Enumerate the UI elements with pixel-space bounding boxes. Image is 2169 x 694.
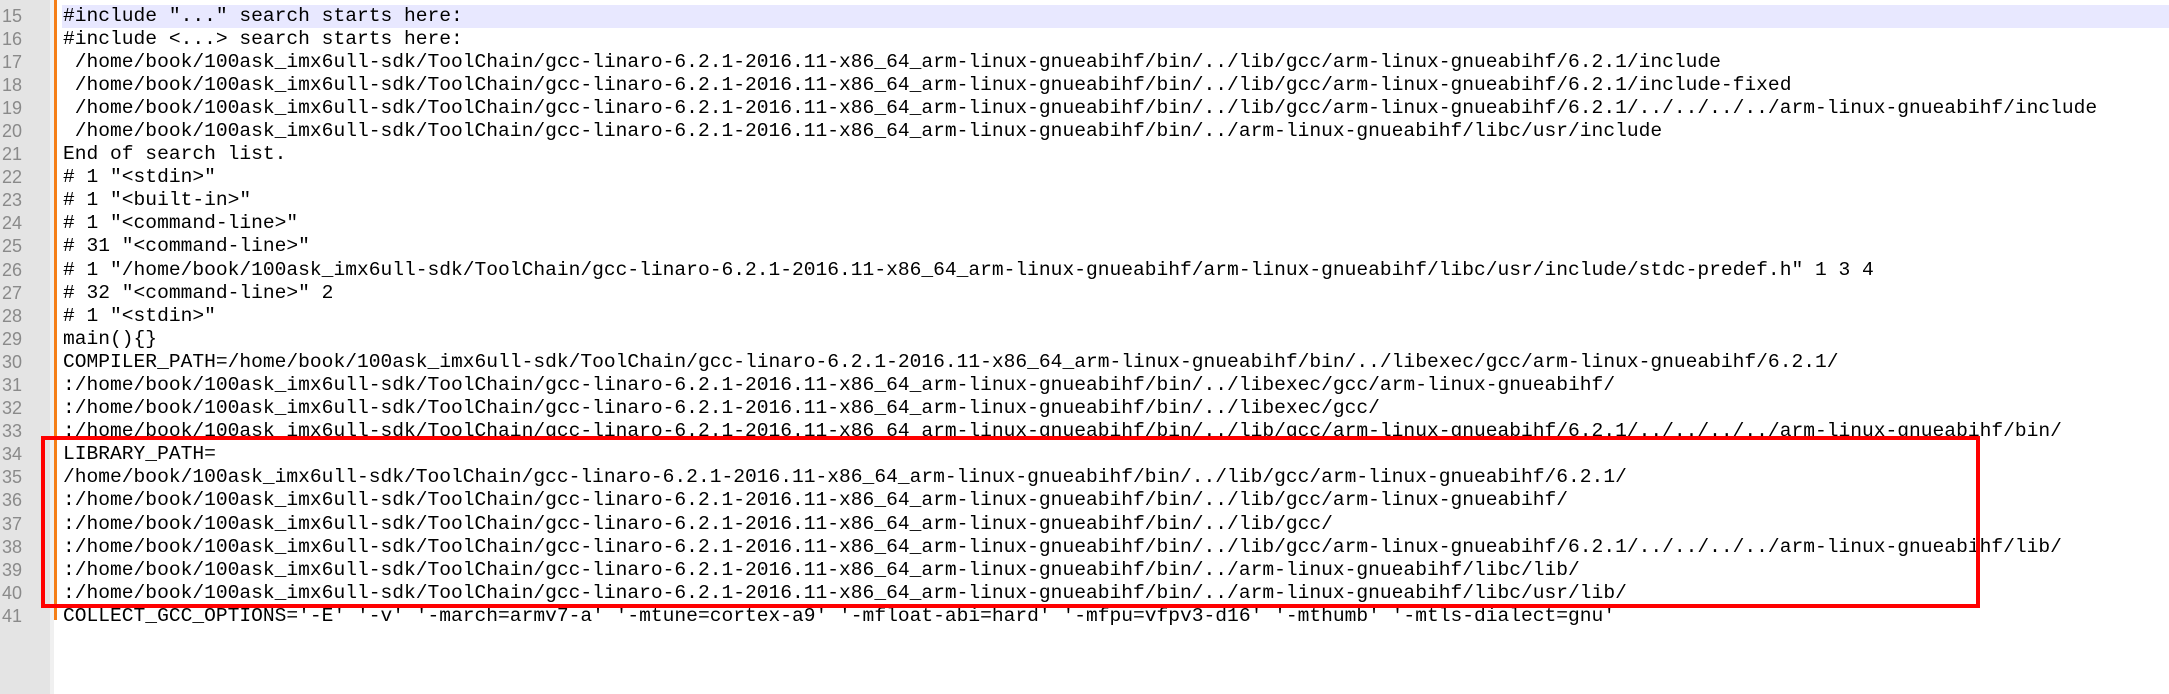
line-text[interactable]: :/home/book/100ask_imx6ull-sdk/ToolChain…	[62, 420, 2169, 443]
line-text[interactable]: :/home/book/100ask_imx6ull-sdk/ToolChain…	[62, 559, 2169, 582]
line-number: 33	[1, 421, 22, 442]
line-text[interactable]: /home/book/100ask_imx6ull-sdk/ToolChain/…	[62, 51, 2169, 74]
line-text[interactable]: /home/book/100ask_imx6ull-sdk/ToolChain/…	[62, 74, 2169, 97]
editor-line[interactable]: 41 COLLECT_GCC_OPTIONS='-E' '-v' '-march=…	[0, 605, 2169, 628]
editor-line[interactable]: 16 #include <...> search starts here:	[0, 28, 2169, 51]
editor-line[interactable]: 23 # 1 "<built-in>"	[0, 189, 2169, 212]
line-text[interactable]: # 1 "<stdin>"	[62, 305, 2169, 328]
line-number: 17	[1, 51, 22, 72]
line-number: 39	[1, 559, 22, 580]
line-number: 35	[1, 467, 22, 488]
line-text[interactable]: #include "..." search starts here:	[62, 4, 2169, 28]
line-number: 34	[1, 444, 22, 465]
line-text[interactable]: # 1 "<built-in>"	[62, 189, 2169, 212]
line-text[interactable]: #include <...> search starts here:	[62, 28, 2169, 51]
line-number: 36	[1, 490, 22, 511]
editor-line[interactable]: 27 # 32 "<command-line>" 2	[0, 282, 2169, 305]
line-text[interactable]: End of search list.	[62, 143, 2169, 166]
editor-line[interactable]: 17 /home/book/100ask_imx6ull-sdk/ToolCha…	[0, 51, 2169, 74]
line-text[interactable]: /home/book/100ask_imx6ull-sdk/ToolChain/…	[62, 120, 2169, 143]
line-text[interactable]: :/home/book/100ask_imx6ull-sdk/ToolChain…	[62, 536, 2169, 559]
editor-line[interactable]: 21 End of search list.	[0, 143, 2169, 166]
line-number: 25	[1, 236, 22, 257]
editor-line[interactable]: 36 :/home/book/100ask_imx6ull-sdk/ToolCha…	[0, 489, 2169, 512]
editor-line[interactable]: 19 /home/book/100ask_imx6ull-sdk/ToolCha…	[0, 97, 2169, 120]
editor-line[interactable]: 26 # 1 "/home/book/100ask_imx6ull-sdk/Too…	[0, 259, 2169, 282]
line-text[interactable]: /home/book/100ask_imx6ull-sdk/ToolChain/…	[62, 97, 2169, 120]
line-number: 24	[1, 213, 22, 234]
editor-line[interactable]: 34 LIBRARY_PATH=	[0, 443, 2169, 466]
line-number: 37	[1, 513, 22, 534]
line-text[interactable]: :/home/book/100ask_imx6ull-sdk/ToolChain…	[62, 397, 2169, 420]
editor-line[interactable]: 29 main(){}	[0, 328, 2169, 351]
editor-line[interactable]: 39 :/home/book/100ask_imx6ull-sdk/ToolCha…	[0, 559, 2169, 582]
editor-line[interactable]: 28 # 1 "<stdin>"	[0, 305, 2169, 328]
editor-line[interactable]: 35/home/book/100ask_imx6ull-sdk/ToolChai…	[0, 466, 2169, 489]
editor-line[interactable]: 20 /home/book/100ask_imx6ull-sdk/ToolCha…	[0, 120, 2169, 143]
line-text[interactable]: :/home/book/100ask_imx6ull-sdk/ToolChain…	[62, 513, 2169, 536]
line-number: 20	[1, 120, 22, 141]
editor-text-area[interactable]: 15 #include "..." search starts here: 16 #i…	[0, 4, 2169, 629]
line-text[interactable]: # 1 "<command-line>"	[62, 212, 2169, 235]
line-text[interactable]: COLLECT_GCC_OPTIONS='-E' '-v' '-march=ar…	[62, 605, 2169, 628]
line-number: 31	[1, 375, 22, 395]
line-number: 26	[1, 259, 22, 280]
line-text[interactable]: # 1 "/home/book/100ask_imx6ull-sdk/ToolC…	[62, 259, 2169, 282]
editor-line[interactable]: 18 /home/book/100ask_imx6ull-sdk/ToolCha…	[0, 74, 2169, 97]
line-number: 28	[1, 305, 22, 326]
editor-line[interactable]: 25 # 31 "<command-line>"	[0, 235, 2169, 258]
line-number: 21	[1, 144, 22, 165]
editor-line[interactable]: 24 # 1 "<command-line>"	[0, 212, 2169, 235]
editor-line[interactable]: 37 :/home/book/100ask_imx6ull-sdk/ToolCha…	[0, 513, 2169, 536]
line-number: 16	[1, 28, 22, 49]
line-number: 40	[1, 582, 22, 603]
editor-line[interactable]: 38 :/home/book/100ask_imx6ull-sdk/ToolCha…	[0, 536, 2169, 559]
line-text[interactable]: :/home/book/100ask_imx6ull-sdk/ToolChain…	[62, 374, 2169, 397]
line-number: 27	[1, 282, 22, 303]
editor-line[interactable]: 15 #include "..." search starts here:	[0, 4, 2169, 28]
line-number: 18	[1, 74, 22, 95]
line-number: 30	[1, 351, 22, 372]
line-text[interactable]: # 31 "<command-line>"	[62, 235, 2169, 258]
editor-line[interactable]: 22 # 1 "<stdin>"	[0, 166, 2169, 189]
line-text[interactable]: :/home/book/100ask_imx6ull-sdk/ToolChain…	[62, 489, 2169, 512]
editor-line[interactable]: 40 :/home/book/100ask_imx6ull-sdk/ToolCha…	[0, 582, 2169, 605]
line-text[interactable]: # 32 "<command-line>" 2	[62, 282, 2169, 305]
line-text[interactable]: /home/book/100ask_imx6ull-sdk/ToolChain/…	[62, 466, 2169, 489]
editor-line[interactable]: 32 :/home/book/100ask_imx6ull-sdk/ToolCha…	[0, 397, 2169, 420]
line-number: 41	[1, 605, 22, 626]
line-text[interactable]: main(){}	[62, 328, 2169, 351]
line-text[interactable]: LIBRARY_PATH=	[62, 443, 2169, 466]
editor-line[interactable]: 31 :/home/book/100ask_imx6ull-sdk/ToolCha…	[0, 374, 2169, 397]
line-number: 23	[1, 190, 22, 211]
line-text[interactable]: COMPILER_PATH=/home/book/100ask_imx6ull-…	[62, 351, 2169, 374]
line-number: 32	[1, 398, 22, 419]
line-text[interactable]: :/home/book/100ask_imx6ull-sdk/ToolChain…	[62, 582, 2169, 605]
line-number: 19	[1, 97, 22, 118]
line-number: 29	[1, 328, 22, 349]
line-number: 22	[1, 167, 22, 188]
line-number: 15	[1, 5, 22, 26]
line-number: 38	[1, 536, 22, 557]
editor-line[interactable]: 33 :/home/book/100ask_imx6ull-sdk/ToolCha…	[0, 420, 2169, 443]
line-text[interactable]: # 1 "<stdin>"	[62, 166, 2169, 189]
editor-line[interactable]: 30 COMPILER_PATH=/home/book/100ask_imx6ul…	[0, 351, 2169, 374]
